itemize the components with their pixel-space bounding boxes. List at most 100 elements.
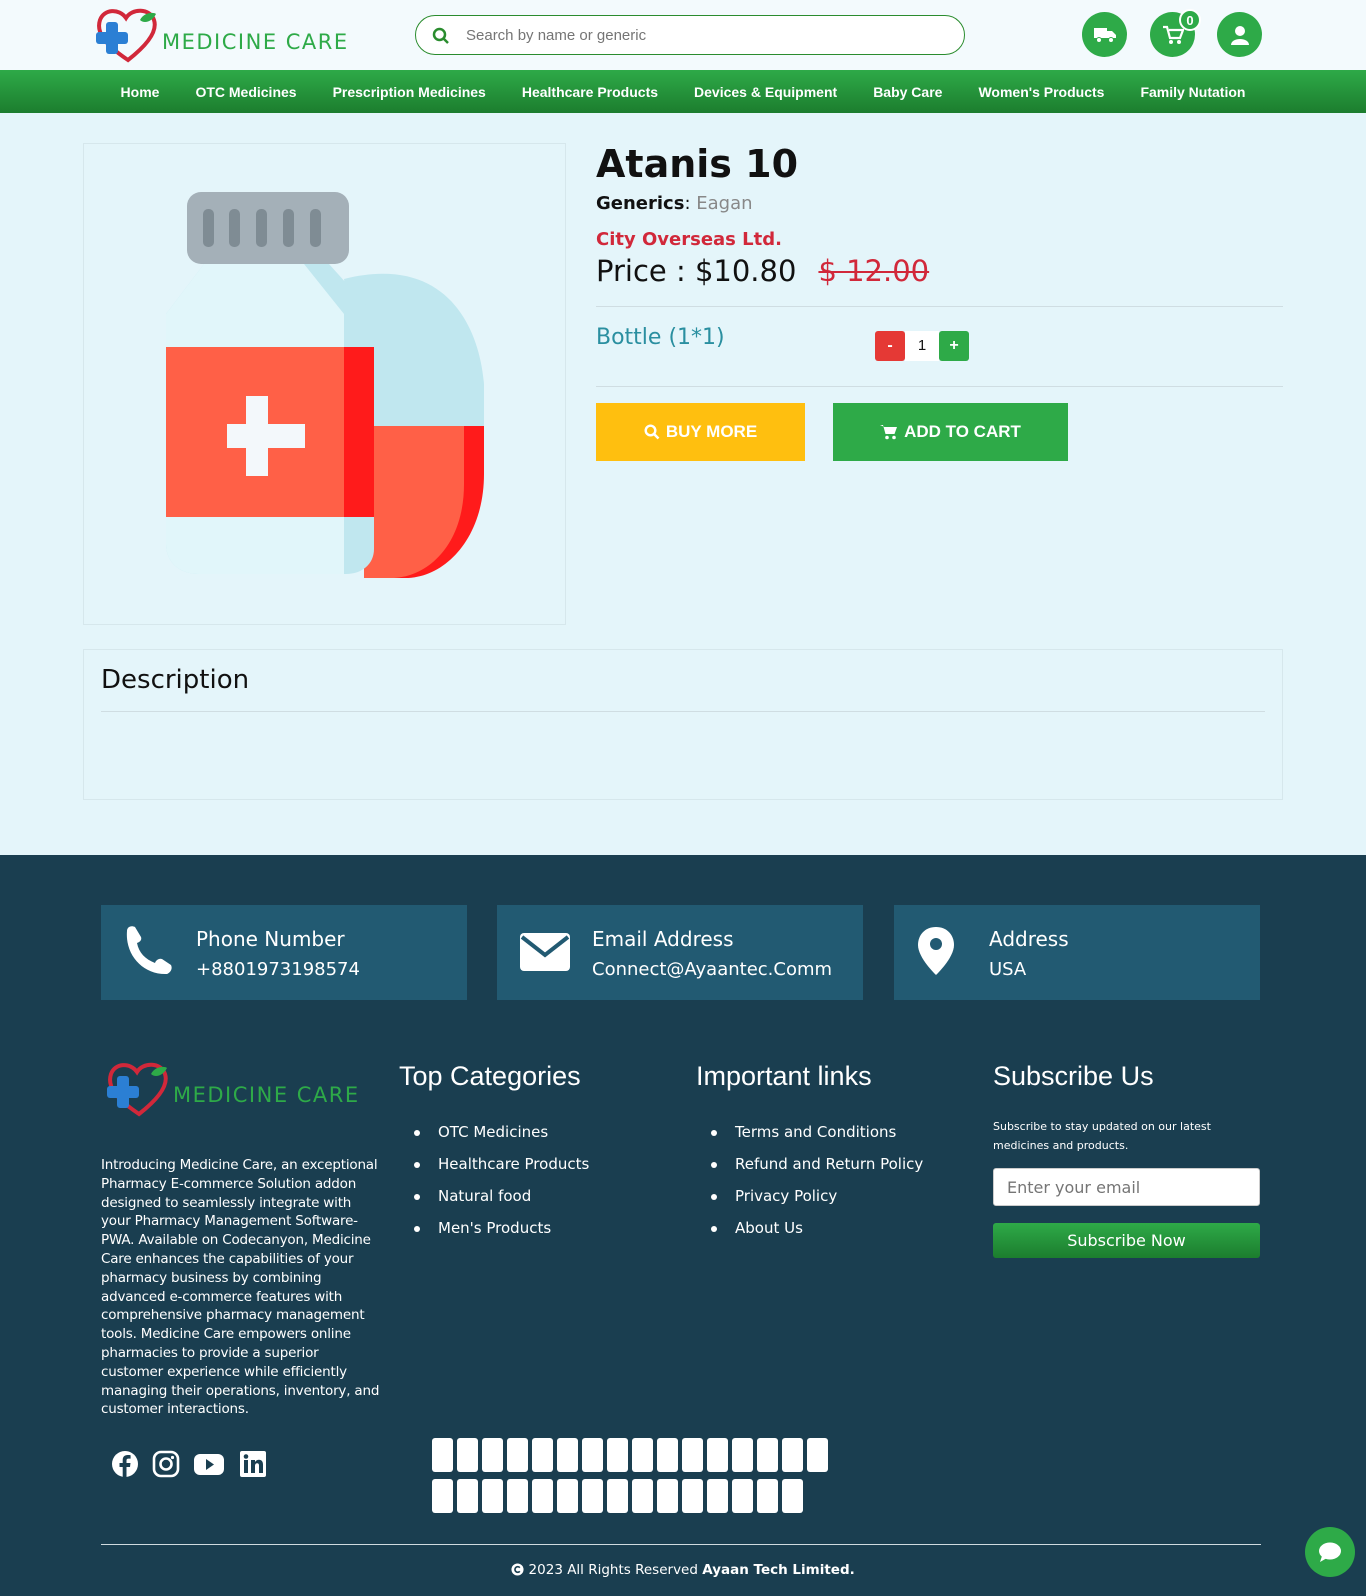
contact-email-card: Email Address Connect@Ayaantec.Comm bbox=[497, 905, 863, 1000]
nav-item-otc-medicines[interactable]: OTC Medicines bbox=[177, 84, 314, 100]
category-link[interactable]: Natural food bbox=[414, 1187, 589, 1219]
footer-link[interactable]: About Us bbox=[711, 1219, 923, 1251]
payment-logo bbox=[707, 1438, 728, 1472]
search-input[interactable] bbox=[466, 23, 946, 47]
payment-logo bbox=[557, 1438, 578, 1472]
payment-methods-banner bbox=[432, 1438, 832, 1518]
main-nav: Home OTC Medicines Prescription Medicine… bbox=[0, 70, 1366, 113]
payment-logo bbox=[457, 1479, 478, 1513]
category-link[interactable]: OTC Medicines bbox=[414, 1123, 589, 1155]
user-icon bbox=[1230, 25, 1249, 45]
address-label: Address bbox=[989, 927, 1069, 951]
chat-bubble-icon bbox=[1319, 1542, 1341, 1562]
account-button[interactable] bbox=[1217, 12, 1262, 57]
copyright-text: 2023 All Rights Reserved bbox=[528, 1562, 698, 1578]
product-title: Atanis 10 bbox=[596, 142, 799, 186]
nav-item-home[interactable]: Home bbox=[103, 84, 178, 100]
logo-heart-cross-icon bbox=[96, 8, 157, 63]
subscribe-email-input[interactable] bbox=[993, 1168, 1260, 1206]
linkedin-icon[interactable] bbox=[239, 1450, 267, 1478]
category-link[interactable]: Healthcare Products bbox=[414, 1155, 589, 1187]
chat-button[interactable] bbox=[1305, 1527, 1355, 1577]
qty-value[interactable]: 1 bbox=[905, 331, 939, 361]
current-price: Price : $10.80 bbox=[596, 254, 797, 288]
payment-logo bbox=[582, 1479, 603, 1513]
nav-item-baby-care[interactable]: Baby Care bbox=[855, 84, 960, 100]
payment-logo bbox=[457, 1438, 478, 1472]
payment-logo bbox=[757, 1438, 778, 1472]
top-categories-heading: Top Categories bbox=[399, 1061, 581, 1091]
payment-logo bbox=[432, 1438, 453, 1472]
subscribe-text: Subscribe to stay updated on our latest … bbox=[993, 1120, 1211, 1152]
payment-logo bbox=[482, 1479, 503, 1513]
phone-icon bbox=[126, 926, 172, 975]
footer-link[interactable]: Privacy Policy bbox=[711, 1187, 923, 1219]
payment-logo bbox=[757, 1479, 778, 1513]
product-generics: Generics: Eagan bbox=[596, 193, 753, 214]
facebook-icon[interactable] bbox=[111, 1450, 139, 1478]
copyright-icon bbox=[511, 1563, 524, 1576]
search-icon[interactable] bbox=[432, 27, 450, 45]
footer-logo[interactable]: MEDICINE CARE bbox=[105, 1060, 365, 1120]
phone-label: Phone Number bbox=[196, 927, 345, 951]
medicine-bottle-illustration bbox=[166, 192, 484, 579]
generics-label: Generics bbox=[596, 193, 685, 214]
add-to-cart-button[interactable]: ADD TO CART bbox=[833, 403, 1068, 461]
nav-item-family-nutation[interactable]: Family Nutation bbox=[1122, 84, 1263, 100]
cart-count-badge: 0 bbox=[1179, 9, 1201, 31]
payment-logo bbox=[782, 1438, 803, 1472]
payment-logo bbox=[657, 1479, 678, 1513]
old-price: $ 12.00 bbox=[818, 254, 930, 288]
email-label: Email Address bbox=[592, 927, 734, 951]
buy-more-button[interactable]: BUY MORE bbox=[596, 403, 805, 461]
payment-logo bbox=[607, 1438, 628, 1472]
quantity-stepper: - 1 + bbox=[875, 331, 969, 361]
copyright-company[interactable]: Ayaan Tech Limited. bbox=[702, 1562, 855, 1578]
payment-logo bbox=[507, 1479, 528, 1513]
email-value[interactable]: Connect@Ayaantec.Comm bbox=[592, 959, 832, 980]
site-logo[interactable]: MEDICINE CARE bbox=[94, 6, 354, 66]
envelope-icon bbox=[520, 933, 570, 971]
contact-address-card: Address USA bbox=[894, 905, 1260, 1000]
search-bar[interactable] bbox=[415, 15, 965, 55]
delivery-button[interactable] bbox=[1082, 12, 1127, 57]
nav-item-womens-products[interactable]: Women's Products bbox=[960, 84, 1122, 100]
qty-increase-button[interactable]: + bbox=[939, 331, 969, 361]
footer-link[interactable]: Refund and Return Policy bbox=[711, 1155, 923, 1187]
site-footer: Phone Number +8801973198574 Email Addres… bbox=[0, 855, 1366, 1596]
add-to-cart-label: ADD TO CART bbox=[904, 422, 1021, 441]
subscribe-button[interactable]: Subscribe Now bbox=[993, 1223, 1260, 1258]
divider bbox=[596, 306, 1283, 307]
site-header: MEDICINE CARE 0 bbox=[0, 0, 1366, 70]
address-value: USA bbox=[989, 959, 1027, 980]
cart-icon bbox=[880, 425, 898, 440]
payment-logo bbox=[632, 1479, 653, 1513]
payment-logo bbox=[632, 1438, 653, 1472]
divider bbox=[596, 386, 1283, 387]
footer-link[interactable]: Terms and Conditions bbox=[711, 1123, 923, 1155]
payment-logo bbox=[707, 1479, 728, 1513]
youtube-icon[interactable] bbox=[193, 1450, 225, 1478]
nav-item-healthcare-products[interactable]: Healthcare Products bbox=[504, 84, 676, 100]
payment-logo bbox=[732, 1479, 753, 1513]
cart-button[interactable]: 0 bbox=[1150, 9, 1201, 57]
important-links-list: Terms and Conditions Refund and Return P… bbox=[711, 1123, 923, 1251]
payment-logo bbox=[532, 1479, 553, 1513]
product-price: Price : $10.80 $ 12.00 bbox=[596, 254, 929, 288]
important-links-heading: Important links bbox=[696, 1061, 872, 1091]
qty-decrease-button[interactable]: - bbox=[875, 331, 905, 361]
logo-heart-cross-icon bbox=[107, 1062, 168, 1117]
buy-more-label: BUY MORE bbox=[665, 422, 758, 441]
contact-phone-card: Phone Number +8801973198574 bbox=[101, 905, 467, 1000]
footer-logo-text: MEDICINE CARE bbox=[173, 1083, 360, 1107]
nav-item-devices-equipment[interactable]: Devices & Equipment bbox=[676, 84, 855, 100]
top-categories-list: OTC Medicines Healthcare Products Natura… bbox=[414, 1123, 589, 1251]
instagram-icon[interactable] bbox=[152, 1450, 180, 1478]
payment-logo bbox=[607, 1479, 628, 1513]
nav-item-prescription-medicines[interactable]: Prescription Medicines bbox=[315, 84, 504, 100]
product-unit: Bottle (1*1) bbox=[596, 325, 725, 350]
category-link[interactable]: Men's Products bbox=[414, 1219, 589, 1251]
phone-value[interactable]: +8801973198574 bbox=[196, 959, 360, 980]
subscribe-heading: Subscribe Us bbox=[993, 1061, 1154, 1091]
payment-logo bbox=[807, 1438, 828, 1472]
